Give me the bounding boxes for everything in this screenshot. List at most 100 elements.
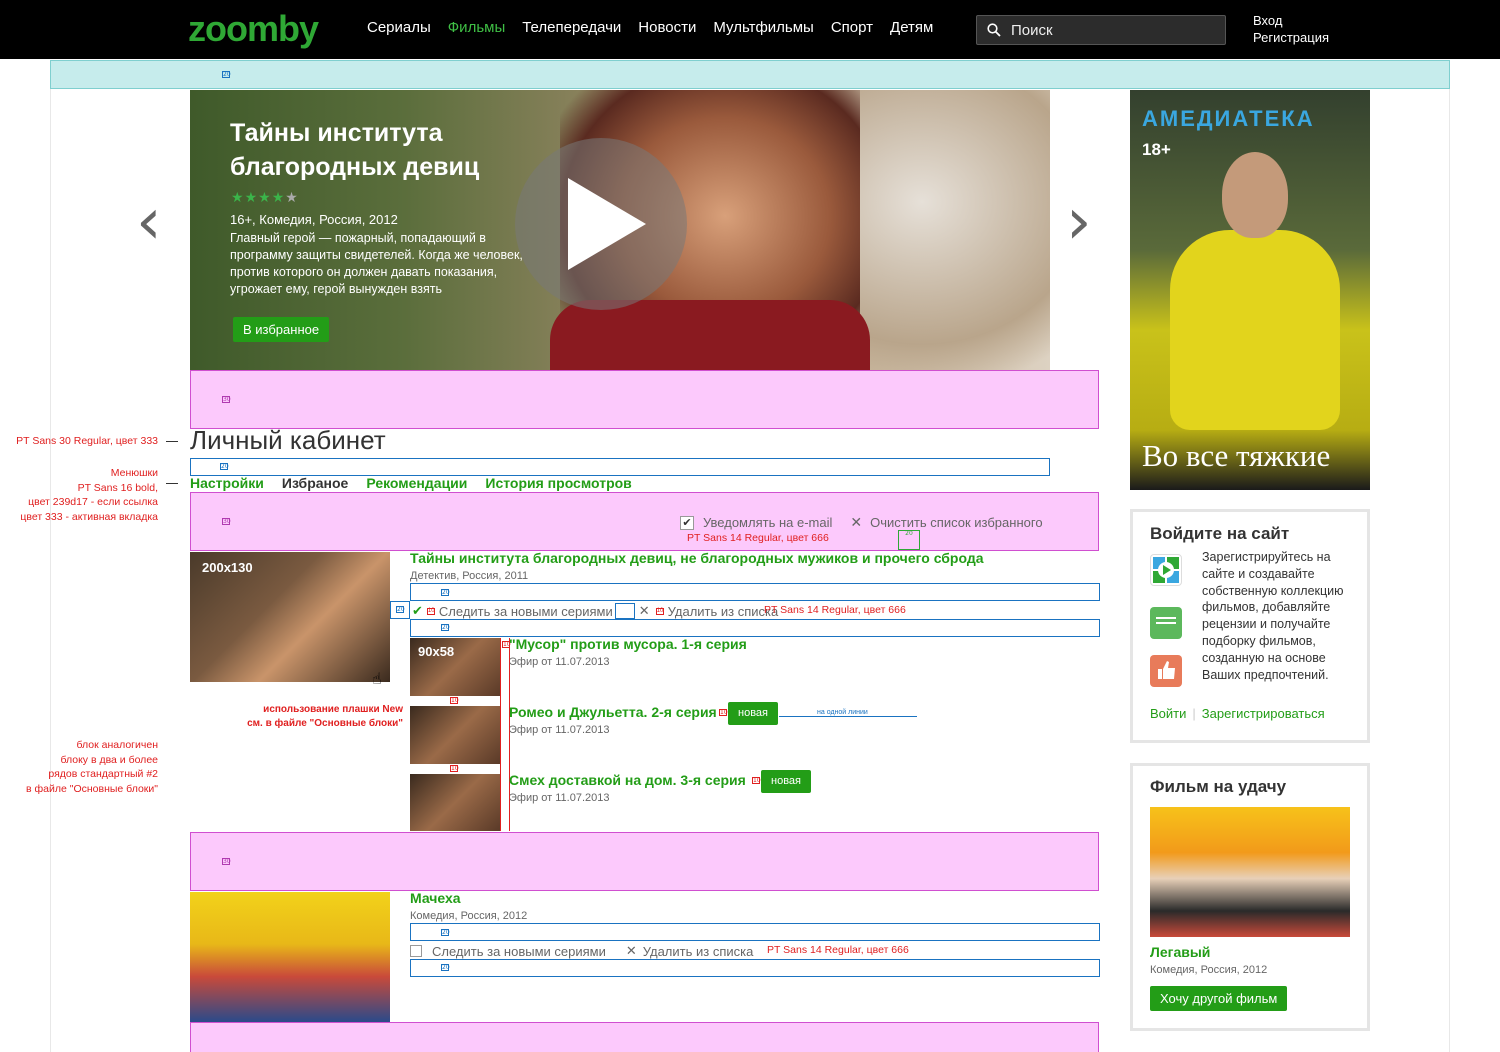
spacing-marker: 20 (441, 624, 450, 631)
nav-item-kids[interactable]: Детям (890, 19, 933, 36)
remove-from-list-link[interactable]: Удалить из списка (643, 944, 754, 959)
annotation-line: блоку в два и более (60, 753, 158, 766)
new-badge: новая (761, 770, 811, 793)
episode-thumbnail[interactable] (410, 774, 500, 831)
poster-brand: АМЕДИАТЕКА (1142, 106, 1315, 131)
episode-meta: Эфир от 11.07.2013 (509, 792, 610, 804)
episode-thumbnail[interactable]: 90x58 (410, 638, 500, 696)
close-icon[interactable]: ✕ (850, 514, 862, 531)
comment-icon (1150, 607, 1182, 639)
remove-from-list-link[interactable]: Удалить из списка (668, 604, 779, 619)
check-icon[interactable]: ✔ (412, 603, 423, 619)
nav-item-sport[interactable]: Спорт (831, 19, 873, 36)
random-film-title-link[interactable]: Легавый (1150, 944, 1210, 960)
ad-poster[interactable]: АМЕДИАТЕКА 18+ Во все тяжкие (1130, 90, 1370, 490)
register-link[interactable]: Регистрация (1253, 29, 1329, 46)
spacing-marker: 20 (441, 929, 450, 936)
guide-line (500, 638, 501, 831)
add-to-favorites-button[interactable]: В избранное (233, 317, 330, 342)
follow-series-link[interactable]: Следить за новыми сериями (432, 944, 606, 959)
clear-favorites-link[interactable]: Очистить список избранного (870, 515, 1042, 530)
annotation-actions-font: PT Sans 14 Regular, цвет 666 (764, 604, 906, 616)
episode-thumbnail[interactable] (410, 706, 500, 764)
poster-slogan: Во все тяжкие (1142, 438, 1331, 473)
spacing-guide (190, 1022, 1099, 1052)
favorite-actions: Следить за новыми сериями ✕ Удалить из с… (410, 943, 753, 959)
follow-series-link[interactable]: Следить за новыми сериями (439, 604, 613, 619)
favorite-thumbnail[interactable] (190, 892, 390, 1022)
hero-slide[interactable]: Тайны института благородных девиц ★★★★★ … (190, 90, 1050, 370)
login-link[interactable]: Вход (1253, 12, 1329, 29)
favorite-title-link[interactable]: Тайны института благородных девиц, не бл… (410, 550, 984, 566)
annotation-notify-font: PT Sans 14 Regular, цвет 666 (687, 532, 829, 544)
widget-title: Войдите на сайт (1150, 524, 1290, 543)
follow-checkbox[interactable] (410, 945, 422, 957)
notify-label[interactable]: Уведомлять на e-mail (703, 515, 832, 530)
close-icon[interactable]: ✕ (639, 603, 650, 619)
login-widget: Войдите на сайт Зарегистрируйтесь на сай… (1130, 509, 1370, 743)
spacing-guide (410, 619, 1100, 637)
episode-title-link[interactable]: "Мусор" против мусора. 1-я серия (509, 636, 747, 652)
next-arrow-icon[interactable]: › (1066, 190, 1092, 254)
login-link[interactable]: Войти (1150, 706, 1186, 721)
annotation-pointer (166, 483, 178, 484)
cabinet-tabs: Настройки Избраное Рекомендации История … (190, 475, 650, 491)
nav-item-news[interactable]: Новости (638, 19, 696, 36)
spacing-marker: 20 (441, 589, 450, 596)
spacing-marker: 30 (222, 396, 231, 403)
nav-item-cartoons[interactable]: Мультфильмы (713, 19, 813, 36)
thumbnail-size-label: 200x130 (202, 560, 253, 575)
spacing-guide (410, 959, 1100, 977)
tab-settings[interactable]: Настройки (190, 475, 264, 491)
poster-age-rating: 18+ (1142, 140, 1171, 159)
comment-icon-glyph (1156, 617, 1176, 624)
notify-checkbox[interactable]: ✔ (680, 515, 694, 530)
spacing-guide (410, 583, 1100, 601)
spacing-marker: 10 (719, 709, 728, 716)
tab-history[interactable]: История просмотров (485, 475, 631, 491)
hero-title[interactable]: Тайны института благородных девиц (230, 116, 550, 184)
widget-text: Зарегистрируйтесь на сайте и создавайте … (1202, 550, 1344, 682)
annotation-line: PT Sans 16 bold, (77, 481, 158, 494)
star-icon: ★ (285, 190, 299, 206)
favorite-title-link[interactable]: Мачеха (410, 890, 461, 906)
spacing-marker: 20 (396, 606, 405, 613)
nav-item-films[interactable]: Фильмы (448, 19, 505, 36)
episode-title-link[interactable]: Смех доставкой на дом. 3-я серия (509, 772, 746, 788)
register-link[interactable]: Зарегистрироваться (1202, 706, 1325, 721)
spacing-marker: 30 (222, 858, 231, 865)
widget-links: Войти | Зарегистрироваться (1150, 706, 1325, 721)
prev-arrow-icon[interactable]: ‹ (136, 190, 162, 254)
spacing-guide (190, 832, 1099, 891)
spacing-guide (410, 923, 1100, 941)
spacing-marker: 10 (426, 607, 435, 615)
annotation-line: цвет 333 - активная вкладка (20, 510, 158, 523)
star-icon: ★ (244, 190, 259, 206)
spacing-guide (614, 603, 635, 619)
search-icon[interactable] (987, 23, 1001, 37)
favorite-actions: ✔ 10 Следить за новыми сериями ✕ 10 Удал… (412, 603, 778, 619)
search-input[interactable] (1011, 16, 1211, 44)
spacing-marker: 10 (655, 607, 664, 615)
annotation-title-font: PT Sans 30 Regular, цвет 333 (16, 435, 158, 447)
favorite-meta: Детектив, Россия, 2011 (410, 570, 529, 582)
annotation-tabs-font: Менюшки PT Sans 16 bold, цвет 239d17 - е… (6, 466, 158, 524)
favorite-thumbnail[interactable]: 200x130 (190, 552, 390, 682)
zoomby-logo[interactable]: zoomby (188, 8, 319, 50)
tab-recommendations[interactable]: Рекомендации (366, 475, 467, 491)
annotation-line: в файле "Основные блоки" (26, 782, 158, 795)
episode-title-link[interactable]: Ромео и Джульетта. 2-я серия (509, 704, 717, 720)
like-icon (1150, 655, 1182, 687)
random-film-thumbnail[interactable] (1150, 807, 1350, 937)
spacing-marker: 10 (450, 697, 459, 704)
video-icon-glyph (1153, 557, 1179, 583)
another-film-button[interactable]: Хочу другой фильм (1150, 986, 1288, 1011)
close-icon[interactable]: ✕ (626, 943, 637, 959)
spacing-guide-strip (50, 60, 1450, 89)
spacing-marker: 10 (450, 765, 459, 772)
annotation-line: цвет 239d17 - если ссылка (28, 496, 158, 508)
nav-item-tv[interactable]: Телепередачи (522, 19, 621, 36)
nav-item-serials[interactable]: Сериалы (367, 19, 431, 36)
tab-favorites[interactable]: Избраное (282, 475, 348, 491)
annotation-line: использование плашки New (263, 704, 403, 715)
